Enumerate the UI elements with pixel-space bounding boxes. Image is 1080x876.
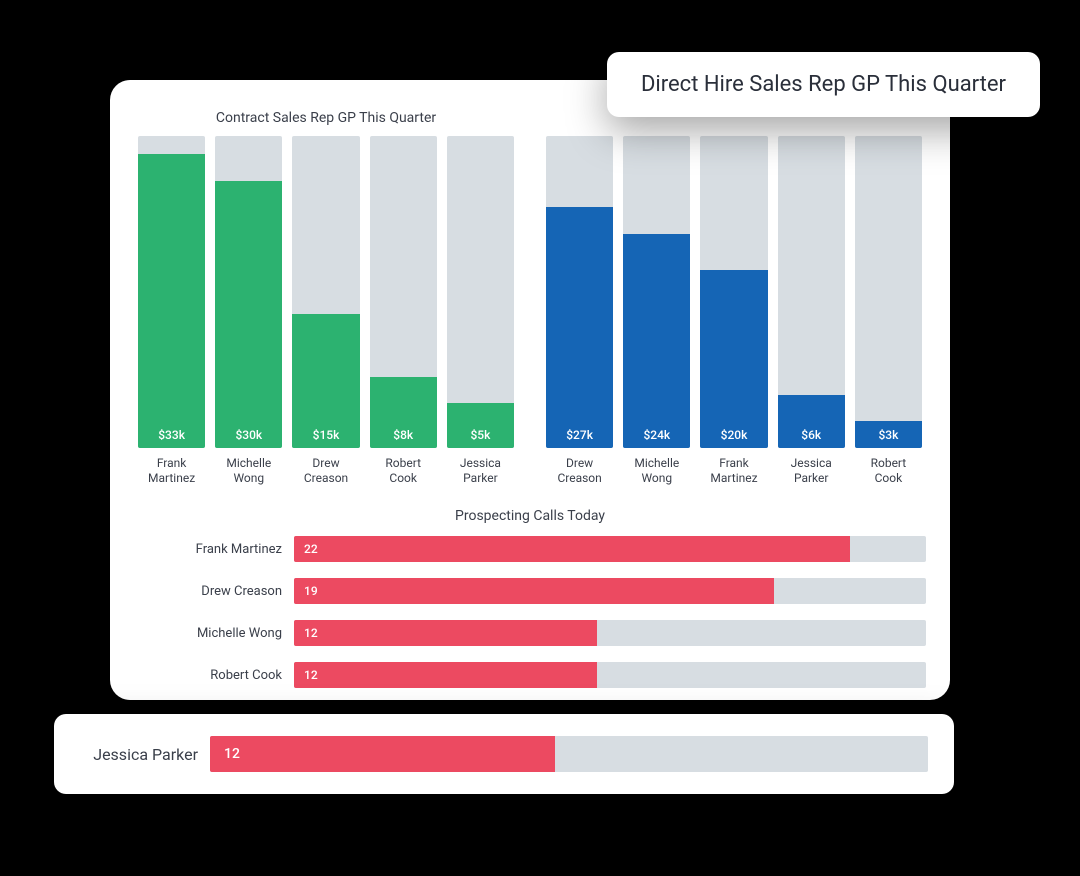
bar-label: FrankMartinez (700, 456, 767, 490)
bar-column: $6k JessicaParker (778, 136, 845, 490)
row-track: 22 (294, 536, 926, 562)
bar-column: $33k FrankMartinez (138, 136, 205, 490)
bar-label: FrankMartinez (138, 456, 205, 490)
row-track: 12 (294, 662, 926, 688)
bar-label: DrewCreason (546, 456, 613, 490)
bar-label: RobertCook (370, 456, 437, 490)
bar-fill: $27k (546, 207, 613, 448)
row-label: Robert Cook (134, 668, 294, 683)
bar-column: $15k DrewCreason (292, 136, 359, 490)
chart-row: Robert Cook12 (134, 660, 926, 690)
direct-hire-gp-chart: $27k DrewCreason $24k MichelleWong $20k Frank… (542, 110, 926, 490)
chart-title: Prospecting Calls Today (134, 508, 926, 524)
bar-column: $27k DrewCreason (546, 136, 613, 490)
bar-fill: $5k (447, 403, 514, 448)
bar-track: $15k (292, 136, 359, 448)
bar-track: $5k (447, 136, 514, 448)
bar-label: JessicaParker (778, 456, 845, 490)
bar-track: $20k (700, 136, 767, 448)
row-label: Frank Martinez (134, 542, 294, 557)
bar-label: RobertCook (855, 456, 922, 490)
row-track: 19 (294, 578, 926, 604)
chart-row: Michelle Wong12 (134, 618, 926, 648)
float-title-card: Direct Hire Sales Rep GP This Quarter (607, 52, 1040, 117)
bar-track: $3k (855, 136, 922, 448)
chart-title: Contract Sales Rep GP This Quarter (134, 110, 518, 136)
row-fill: 19 (294, 578, 774, 604)
bar-column: $8k RobertCook (370, 136, 437, 490)
row-track: 12 (210, 736, 928, 772)
bar-column: $30k MichelleWong (215, 136, 282, 490)
row-fill: 12 (294, 620, 597, 646)
chart-bars: $33k FrankMartinez $30k MichelleWong $15k Dre… (134, 136, 518, 490)
row-fill: 22 (294, 536, 850, 562)
bar-label: JessicaParker (447, 456, 514, 490)
top-charts-row: Contract Sales Rep GP This Quarter $33k F… (134, 110, 926, 490)
bar-track: $8k (370, 136, 437, 448)
row-label: Jessica Parker (80, 745, 210, 764)
bar-label: MichelleWong (623, 456, 690, 490)
row-label: Michelle Wong (134, 626, 294, 641)
bar-fill: $33k (138, 154, 205, 448)
contract-gp-chart: Contract Sales Rep GP This Quarter $33k F… (134, 110, 518, 490)
row-track: 12 (294, 620, 926, 646)
bar-track: $24k (623, 136, 690, 448)
float-row-card: Jessica Parker 12 (54, 714, 954, 794)
dashboard-card: Contract Sales Rep GP This Quarter $33k F… (110, 80, 950, 700)
bar-track: $27k (546, 136, 613, 448)
bar-fill: $8k (370, 377, 437, 448)
bar-column: $24k MichelleWong (623, 136, 690, 490)
bar-label: DrewCreason (292, 456, 359, 490)
bar-fill: $3k (855, 421, 922, 448)
bar-fill: $15k (292, 314, 359, 448)
bar-track: $6k (778, 136, 845, 448)
bar-track: $33k (138, 136, 205, 448)
chart-row: Frank Martinez22 (134, 534, 926, 564)
bar-label: MichelleWong (215, 456, 282, 490)
bar-fill: $30k (215, 181, 282, 448)
row-fill: 12 (294, 662, 597, 688)
chart-rows: Frank Martinez22 Drew Creason19 Michelle W… (134, 534, 926, 690)
chart-row: Drew Creason19 (134, 576, 926, 606)
prospecting-calls-chart: Prospecting Calls Today Frank Martinez22… (134, 508, 926, 690)
row-fill: 12 (210, 736, 555, 772)
bar-column: $3k RobertCook (855, 136, 922, 490)
bar-column: $20k FrankMartinez (700, 136, 767, 490)
chart-bars: $27k DrewCreason $24k MichelleWong $20k Frank… (542, 136, 926, 490)
bar-fill: $6k (778, 395, 845, 448)
bar-column: $5k JessicaParker (447, 136, 514, 490)
row-value: 12 (224, 746, 240, 762)
row-label: Drew Creason (134, 584, 294, 599)
bar-fill: $20k (700, 270, 767, 448)
bar-track: $30k (215, 136, 282, 448)
bar-fill: $24k (623, 234, 690, 448)
